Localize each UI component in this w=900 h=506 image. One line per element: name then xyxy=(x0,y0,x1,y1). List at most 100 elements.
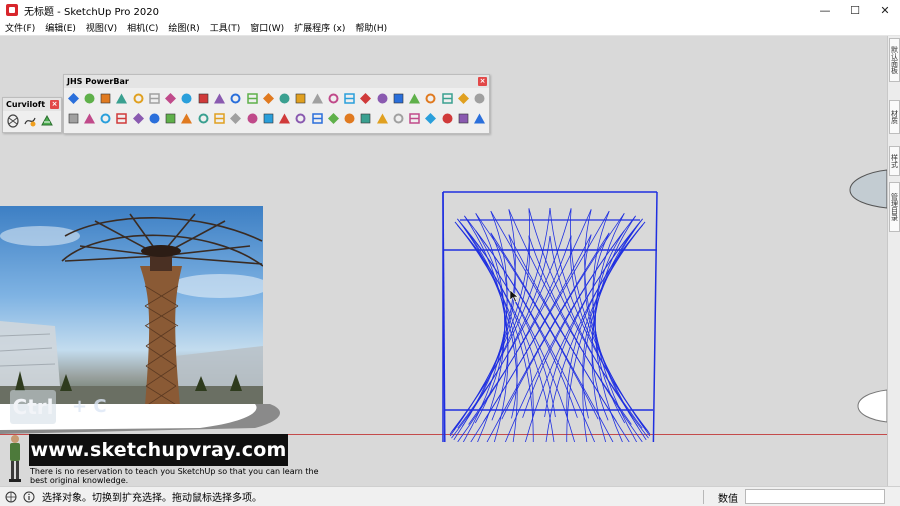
close-button[interactable]: ✕ xyxy=(870,0,900,20)
powerbar-tool-icon[interactable] xyxy=(99,90,113,106)
powerbar-tool-icon[interactable] xyxy=(440,90,454,106)
powerbar-tool-icon[interactable] xyxy=(473,110,487,126)
banner-tagline: There is no reservation to teach you Ske… xyxy=(30,467,319,485)
powerbar-tool-icon[interactable] xyxy=(310,90,324,106)
measurements-label: 数值 xyxy=(718,494,738,505)
menu-file[interactable]: 文件(F) xyxy=(0,21,40,34)
menu-edit[interactable]: 编辑(E) xyxy=(40,21,81,34)
mouse-cursor-icon xyxy=(509,289,519,303)
powerbar-tool-icon[interactable] xyxy=(99,110,113,126)
powerbar-toolbar-header[interactable]: JHS PowerBar × xyxy=(64,75,489,88)
powerbar-tool-icon[interactable] xyxy=(359,110,373,126)
powerbar-tool-icon[interactable] xyxy=(261,110,275,126)
curviloft-close-button[interactable]: × xyxy=(50,100,59,109)
curviloft-toolbar: Curviloft × xyxy=(2,97,62,133)
powerbar-tool-icon[interactable] xyxy=(391,90,405,106)
powerbar-tool-icon[interactable] xyxy=(261,90,275,106)
status-bar: 选择对象。切换到扩充选择。拖动鼠标选择多项。 数值 xyxy=(0,486,900,506)
partial-object-lower-right xyxy=(857,389,887,423)
ctrl-key-overlay: Ctrl xyxy=(10,390,56,424)
powerbar-tool-icon[interactable] xyxy=(310,110,324,126)
powerbar-tool-icon[interactable] xyxy=(164,110,178,126)
powerbar-tool-icon[interactable] xyxy=(115,110,129,126)
powerbar-tool-icon[interactable] xyxy=(294,90,308,106)
bounding-box-edge xyxy=(652,191,658,442)
menu-tools[interactable]: 工具(T) xyxy=(205,21,246,34)
powerbar-tool-icon[interactable] xyxy=(164,90,178,106)
powerbar-tool-icon[interactable] xyxy=(212,110,226,126)
powerbar-tool-icon[interactable] xyxy=(245,90,259,106)
menu-view[interactable]: 视图(V) xyxy=(81,21,122,34)
tray-tab-materials[interactable]: 材质 xyxy=(889,100,900,134)
powerbar-tool-icon[interactable] xyxy=(391,110,405,126)
powerbar-tool-icon[interactable] xyxy=(408,110,422,126)
powerbar-tool-icon[interactable] xyxy=(82,90,96,106)
powerbar-tool-icon[interactable] xyxy=(343,90,357,106)
powerbar-tool-icon[interactable] xyxy=(245,110,259,126)
powerbar-tool-icon[interactable] xyxy=(294,110,308,126)
powerbar-tool-icon[interactable] xyxy=(180,90,194,106)
powerbar-tool-icon[interactable] xyxy=(131,90,145,106)
powerbar-tool-icon[interactable] xyxy=(375,110,389,126)
powerbar-tool-icon[interactable] xyxy=(212,90,226,106)
tray-tab-styles[interactable]: 样式 xyxy=(889,146,900,176)
powerbar-tool-icon[interactable] xyxy=(277,90,291,106)
curviloft-buttons xyxy=(3,111,61,131)
powerbar-tool-icon[interactable] xyxy=(66,90,80,106)
powerbar-tool-icon[interactable] xyxy=(424,110,438,126)
menu-extensions[interactable]: 扩展程序 (x) xyxy=(289,21,350,34)
minimize-button[interactable]: — xyxy=(810,0,840,20)
powerbar-tool-icon[interactable] xyxy=(229,90,243,106)
powerbar-tool-icon[interactable] xyxy=(196,90,210,106)
tray-tab-default[interactable]: 默认面板 xyxy=(889,38,900,82)
powerbar-tool-icon[interactable] xyxy=(375,90,389,106)
right-tray: 默认面板 材质 样式 管理目录 xyxy=(887,36,900,486)
powerbar-tool-icon[interactable] xyxy=(326,90,340,106)
powerbar-tool-icon[interactable] xyxy=(115,90,129,106)
geolocation-icon[interactable] xyxy=(4,490,18,504)
hyperboloid-ruling-line xyxy=(582,218,643,442)
powerbar-tool-icon[interactable] xyxy=(408,90,422,106)
powerbar-tool-icon[interactable] xyxy=(359,90,373,106)
window-title: 无标题 - SketchUp Pro 2020 xyxy=(24,6,159,18)
powerbar-tool-icon[interactable] xyxy=(440,110,454,126)
title-bar: 无标题 - SketchUp Pro 2020 — ☐ ✕ xyxy=(0,0,900,20)
tray-tab-manage[interactable]: 管理目录 xyxy=(889,182,900,232)
powerbar-tool-icon[interactable] xyxy=(277,110,291,126)
curviloft-spline-icon[interactable] xyxy=(22,113,37,129)
powerbar-tool-icon[interactable] xyxy=(196,110,210,126)
powerbar-tool-icon[interactable] xyxy=(456,90,470,106)
status-divider xyxy=(703,490,704,504)
curviloft-toolbar-header[interactable]: Curviloft × xyxy=(3,98,61,111)
powerbar-tool-icon[interactable] xyxy=(343,110,357,126)
maximize-button[interactable]: ☐ xyxy=(840,0,870,20)
menu-draw[interactable]: 绘图(R) xyxy=(163,21,204,34)
measurements-input[interactable] xyxy=(745,489,885,504)
powerbar-tool-icon[interactable] xyxy=(424,90,438,106)
powerbar-row-2 xyxy=(64,108,489,128)
powerbar-tool-icon[interactable] xyxy=(326,110,340,126)
tree-of-life-photo xyxy=(0,213,263,406)
partial-object-upper-right xyxy=(849,169,887,209)
menu-help[interactable]: 帮助(H) xyxy=(350,21,392,34)
jhs-powerbar-toolbar: JHS PowerBar × xyxy=(63,74,490,134)
powerbar-tool-icon[interactable] xyxy=(131,110,145,126)
powerbar-tool-icon[interactable] xyxy=(180,110,194,126)
menu-camera[interactable]: 相机(C) xyxy=(122,21,163,34)
wireframe-hyperboloid-model[interactable] xyxy=(435,150,667,442)
powerbar-close-button[interactable]: × xyxy=(478,77,487,86)
info-icon[interactable] xyxy=(22,490,36,504)
powerbar-tool-icon[interactable] xyxy=(147,90,161,106)
powerbar-tool-icon[interactable] xyxy=(456,110,470,126)
powerbar-title: JHS PowerBar xyxy=(67,77,129,86)
menu-window[interactable]: 窗口(W) xyxy=(245,21,289,34)
powerbar-tool-icon[interactable] xyxy=(473,90,487,106)
curviloft-loft-icon[interactable] xyxy=(5,113,20,129)
plus-c-overlay: + C xyxy=(72,396,107,417)
powerbar-tool-icon[interactable] xyxy=(229,110,243,126)
powerbar-tool-icon[interactable] xyxy=(147,110,161,126)
powerbar-tool-icon[interactable] xyxy=(66,110,80,126)
powerbar-tool-icon[interactable] xyxy=(82,110,96,126)
curviloft-skin-icon[interactable] xyxy=(39,113,54,129)
window-controls: — ☐ ✕ xyxy=(810,0,900,20)
